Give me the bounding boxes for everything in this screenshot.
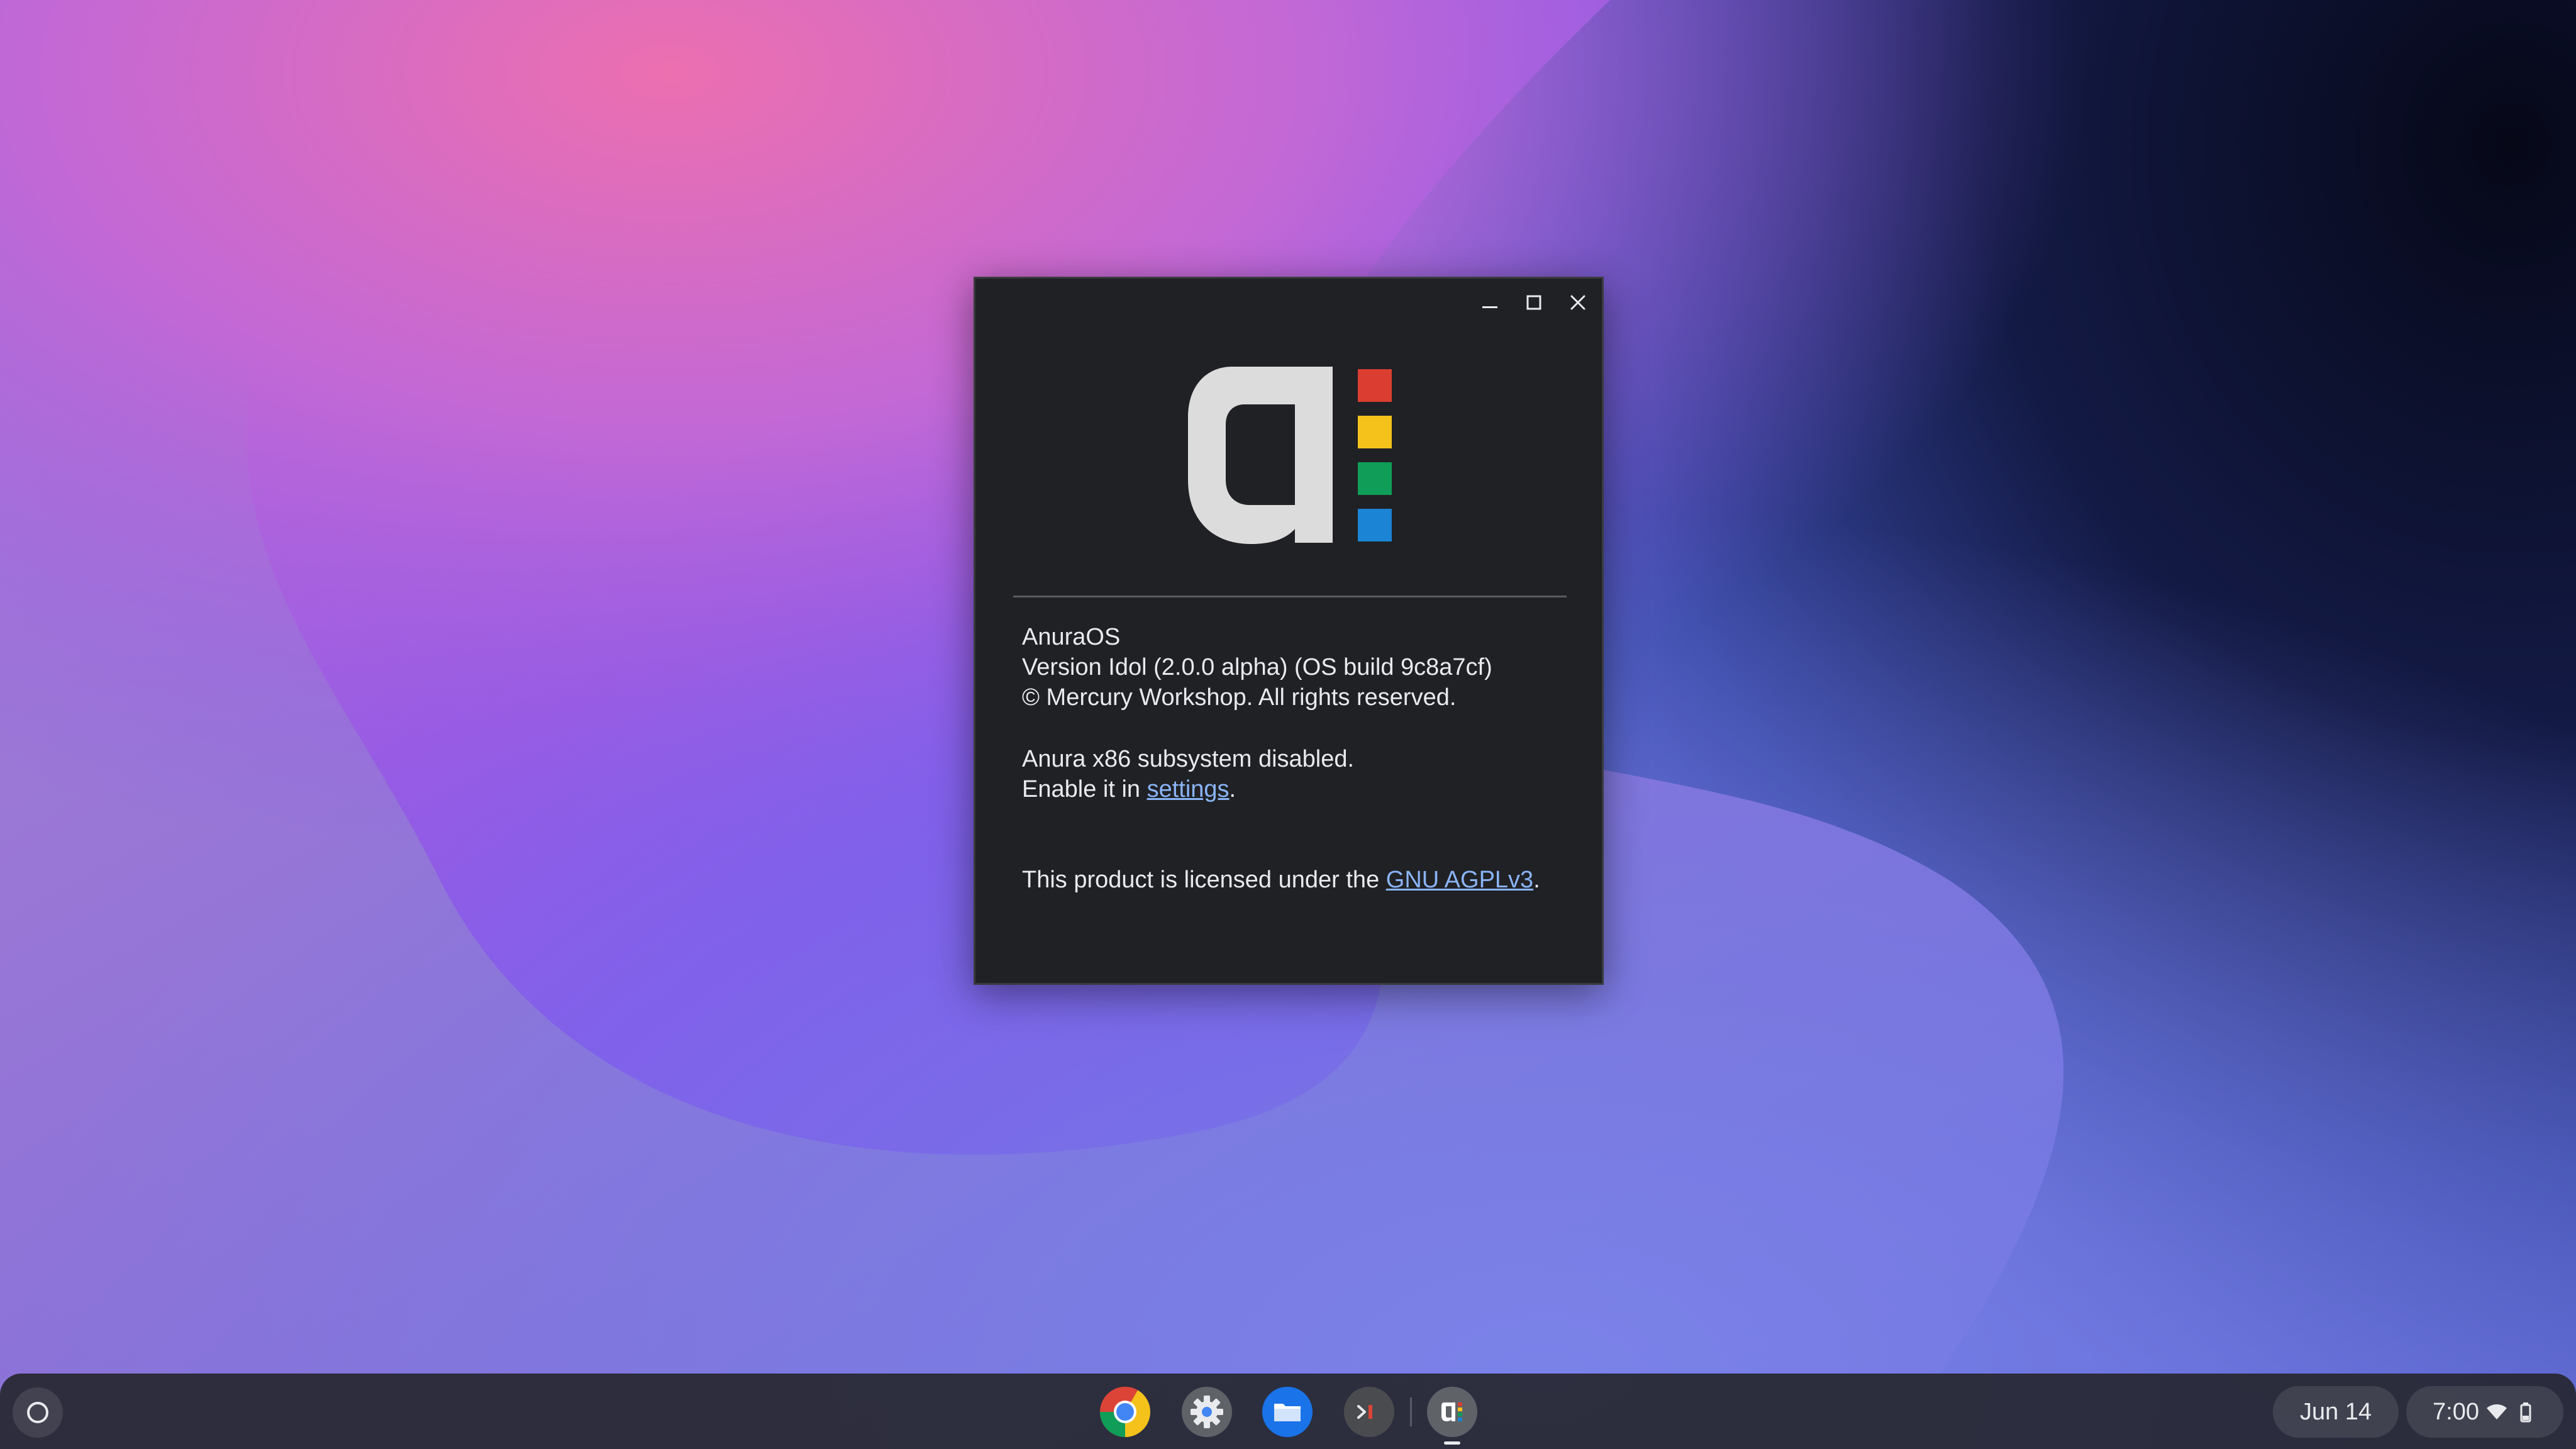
maximize-button[interactable] bbox=[1516, 285, 1552, 320]
close-button[interactable] bbox=[1560, 285, 1596, 320]
x86-status: Anura x86 subsystem disabled. bbox=[1022, 746, 1355, 772]
x86-hint: Enable it in settings. bbox=[1022, 774, 1236, 804]
wifi-icon bbox=[2486, 1404, 2507, 1419]
running-indicator bbox=[1444, 1441, 1460, 1445]
logo-square-yellow bbox=[1358, 416, 1392, 448]
license-suffix: . bbox=[1533, 867, 1540, 893]
os-copyright: © Mercury Workshop. All rights reserved. bbox=[1022, 684, 1457, 711]
folder-icon bbox=[1262, 1387, 1313, 1437]
shelf: Jun 14 7:00 bbox=[0, 1374, 2576, 1449]
x86-hint-prefix: Enable it in bbox=[1022, 776, 1147, 802]
date-button[interactable]: Jun 14 bbox=[2273, 1386, 2399, 1438]
terminal-icon bbox=[1344, 1387, 1394, 1437]
close-icon bbox=[1570, 295, 1585, 310]
logo-square-green bbox=[1358, 462, 1392, 495]
desktop[interactable]: AnuraOS Version Idol (2.0.0 alpha) (OS b… bbox=[0, 0, 2576, 1449]
files-app-button[interactable] bbox=[1260, 1385, 1314, 1439]
anura-logo bbox=[1188, 367, 1392, 544]
date-label: Jun 14 bbox=[2299, 1398, 2372, 1425]
shelf-separator bbox=[1410, 1397, 1412, 1426]
settings-app-button[interactable] bbox=[1180, 1385, 1234, 1439]
about-anura-app-button[interactable] bbox=[1425, 1385, 1479, 1439]
terminal-app-button[interactable] bbox=[1342, 1385, 1396, 1439]
launcher-circle-icon bbox=[27, 1402, 48, 1423]
settings-link[interactable]: settings bbox=[1147, 776, 1230, 802]
gear-icon bbox=[1182, 1387, 1232, 1437]
battery-icon bbox=[2520, 1402, 2531, 1423]
x86-hint-suffix: . bbox=[1229, 776, 1236, 802]
logo-letter-a bbox=[1188, 367, 1333, 544]
chrome-icon bbox=[1100, 1387, 1150, 1437]
launcher-button[interactable] bbox=[13, 1387, 63, 1438]
anura-logo-icon bbox=[1427, 1387, 1477, 1437]
status-tray-button[interactable]: 7:00 bbox=[2406, 1386, 2563, 1438]
license-prefix: This product is licensed under the bbox=[1022, 867, 1386, 893]
maximize-icon bbox=[1526, 295, 1541, 310]
os-version: Version Idol (2.0.0 alpha) (OS build 9c8… bbox=[1022, 654, 1492, 680]
logo-square-blue bbox=[1358, 509, 1392, 541]
chrome-app-button[interactable] bbox=[1098, 1385, 1152, 1439]
logo-square-red bbox=[1358, 369, 1392, 402]
minimize-icon bbox=[1482, 306, 1497, 308]
license-link[interactable]: GNU AGPLv3 bbox=[1386, 867, 1533, 893]
about-window[interactable]: AnuraOS Version Idol (2.0.0 alpha) (OS b… bbox=[974, 277, 1604, 985]
time-label: 7:00 bbox=[2433, 1398, 2479, 1425]
minimize-button[interactable] bbox=[1472, 285, 1507, 320]
os-name: AnuraOS bbox=[1022, 624, 1121, 650]
license-line: This product is licensed under the GNU A… bbox=[1022, 865, 1540, 895]
logo-divider bbox=[1013, 596, 1567, 597]
